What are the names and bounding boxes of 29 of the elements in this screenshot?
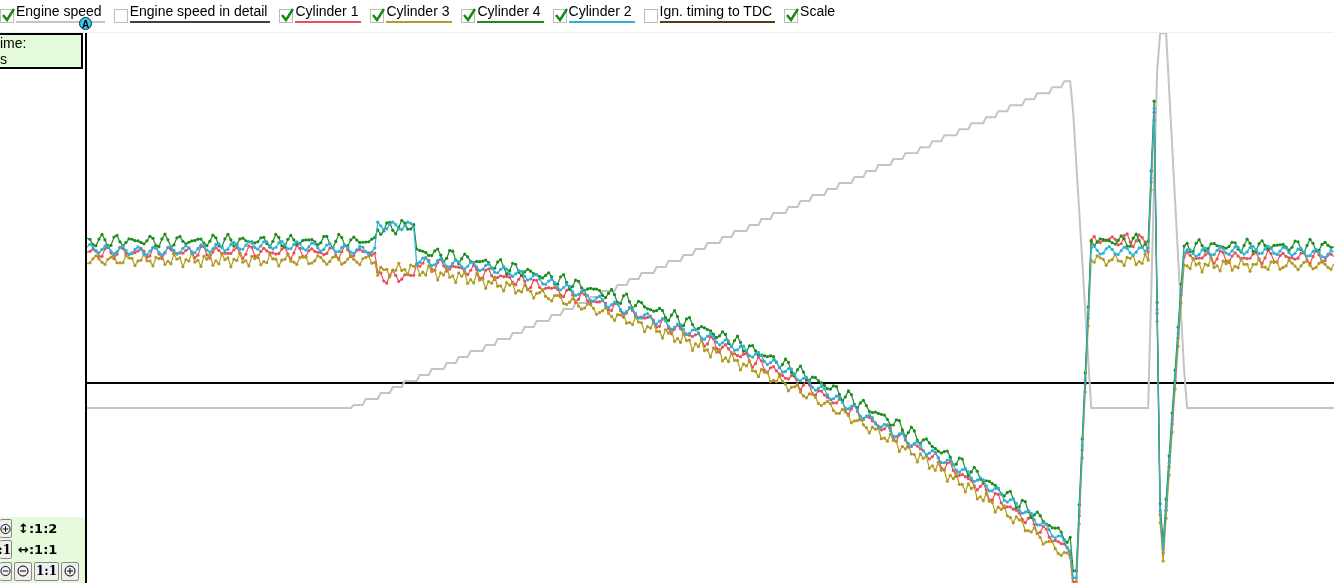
checkbox[interactable] (113, 9, 128, 23)
checkbox[interactable] (784, 9, 799, 23)
zoom-out-icon (17, 565, 29, 578)
zoom-out-button[interactable] (0, 561, 12, 581)
checkbox[interactable] (0, 9, 14, 23)
legend-label[interactable]: Cylinder 3 (386, 3, 453, 23)
vertical-zoom-reading: ↕:1:2 (18, 521, 58, 537)
zoom-in-icon (0, 522, 11, 535)
time-readout: ime: s (0, 33, 83, 69)
checkbox[interactable] (279, 9, 294, 23)
zoom-out-icon (0, 565, 11, 578)
legend-label[interactable]: Ign. timing to TDC (659, 3, 776, 23)
legend-label[interactable]: Scale (800, 3, 839, 23)
checkbox[interactable] (370, 9, 385, 23)
legend-label[interactable]: Engine speed in detail (129, 3, 271, 23)
checkbox[interactable] (552, 9, 567, 23)
horizontal-zoom-reading: ↔:1:1 (18, 542, 58, 558)
reset-zoom-button[interactable]: 1:1 (34, 561, 60, 581)
legend-label[interactable]: Cylinder 2 (568, 3, 635, 23)
zoom-in-button[interactable] (61, 561, 80, 581)
legend-label[interactable]: Cylinder 1 (295, 3, 362, 23)
reset-zoom-button[interactable]: :1 (0, 540, 12, 560)
legend-label[interactable]: Cylinder 4 (477, 3, 544, 23)
zoom-in-button[interactable] (0, 519, 12, 539)
cursor-marker[interactable]: A (79, 17, 92, 30)
zoom-in-icon (64, 565, 77, 578)
zoom-out-button[interactable] (14, 561, 32, 581)
checkbox[interactable] (643, 9, 658, 23)
checkbox[interactable] (461, 9, 476, 23)
